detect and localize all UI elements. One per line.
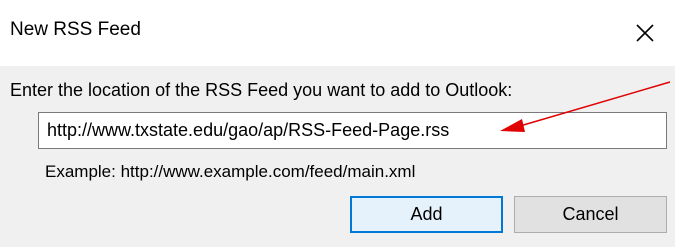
add-button[interactable]: Add: [350, 196, 503, 233]
cancel-button[interactable]: Cancel: [514, 196, 667, 233]
prompt-label: Enter the location of the RSS Feed you w…: [10, 80, 513, 100]
close-button[interactable]: [622, 10, 668, 56]
title-bar: New RSS Feed: [0, 0, 675, 66]
close-icon: [636, 24, 654, 42]
example-text: Example: http://www.example.com/feed/mai…: [45, 162, 416, 181]
rss-url-input[interactable]: [38, 112, 667, 149]
dialog-title: New RSS Feed: [10, 19, 141, 40]
